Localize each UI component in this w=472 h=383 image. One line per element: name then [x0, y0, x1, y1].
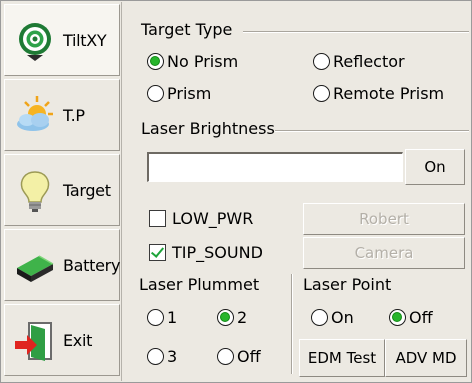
laser-brightness-divider: [275, 130, 469, 132]
battery-icon: [17, 255, 54, 282]
laser-on-button[interactable]: On: [405, 149, 465, 185]
radio-prism[interactable]: Prism: [147, 84, 211, 103]
sidebar: TiltXY T.P Target Battery Exit: [2, 2, 122, 381]
button-label: Camera: [354, 244, 414, 262]
lightbulb-icon: [20, 171, 50, 212]
laser-brightness-bar[interactable]: [147, 152, 403, 182]
sidebar-item-label: Exit: [63, 330, 93, 350]
radio-plummet-2[interactable]: 2: [217, 308, 247, 327]
exit-door-icon: [15, 322, 52, 361]
sun-cloud-icon: [17, 96, 53, 131]
radio-remote-prism[interactable]: Remote Prism: [313, 84, 444, 103]
sidebar-item-battery[interactable]: Battery: [4, 229, 120, 301]
radio-plummet-3[interactable]: 3: [147, 347, 177, 366]
sidebar-item-label: Battery: [63, 255, 121, 275]
checkbox-label: TIP_SOUND: [172, 243, 263, 262]
button-label: On: [424, 158, 446, 176]
laser-plummet-title: Laser Plummet: [139, 275, 260, 294]
radio-laser-point-on[interactable]: On: [311, 308, 354, 327]
radio-label: Prism: [167, 84, 212, 103]
radio-reflector[interactable]: Reflector: [313, 52, 405, 71]
settings-window: TiltXY T.P Target Battery Exit Target Ty…: [0, 0, 472, 383]
edm-test-button[interactable]: EDM Test: [299, 339, 385, 377]
checkbox-low-pwr[interactable]: LOW_PWR: [149, 209, 253, 228]
radio-label: Remote Prism: [333, 84, 445, 103]
radio-label: No Prism: [167, 52, 239, 71]
sidebar-item-target[interactable]: Target: [4, 154, 120, 226]
radio-label: Reflector: [333, 52, 405, 71]
sidebar-item-label: T.P: [63, 105, 85, 125]
button-label: Robert: [359, 210, 409, 228]
target-type-title: Target Type: [141, 20, 233, 39]
checkbox-tip-sound[interactable]: TIP_SOUND: [149, 243, 263, 262]
radio-plummet-1[interactable]: 1: [147, 308, 177, 327]
robert-button[interactable]: Robert: [303, 203, 465, 235]
sidebar-item-tiltxy[interactable]: TiltXY: [4, 4, 120, 76]
adv-md-button[interactable]: ADV MD: [385, 339, 467, 377]
radio-label: 1: [167, 308, 178, 327]
radio-label: 3: [167, 347, 178, 366]
sidebar-item-tp[interactable]: T.P: [4, 79, 120, 151]
camera-button[interactable]: Camera: [303, 237, 465, 269]
radio-label: Off: [237, 347, 261, 366]
section-separator: [291, 274, 293, 374]
radio-laser-point-off[interactable]: Off: [389, 308, 433, 327]
sidebar-item-label: Target: [63, 180, 111, 200]
target-type-divider: [243, 31, 469, 33]
sidebar-item-label: TiltXY: [63, 30, 107, 50]
radio-plummet-off[interactable]: Off: [217, 347, 261, 366]
radio-label: On: [331, 308, 354, 327]
button-label: EDM Test: [307, 349, 377, 367]
laser-point-title: Laser Point: [303, 275, 392, 294]
main-panel: Target Type No Prism Reflector Prism Rem…: [123, 2, 471, 381]
checkbox-label: LOW_PWR: [172, 209, 254, 228]
laser-brightness-title: Laser Brightness: [141, 119, 275, 138]
button-label: ADV MD: [395, 349, 457, 367]
radio-no-prism[interactable]: No Prism: [147, 52, 238, 71]
radio-label: 2: [237, 308, 248, 327]
tilt-target-icon: [19, 23, 51, 61]
sidebar-item-exit[interactable]: Exit: [4, 304, 120, 376]
radio-label: Off: [409, 308, 433, 327]
